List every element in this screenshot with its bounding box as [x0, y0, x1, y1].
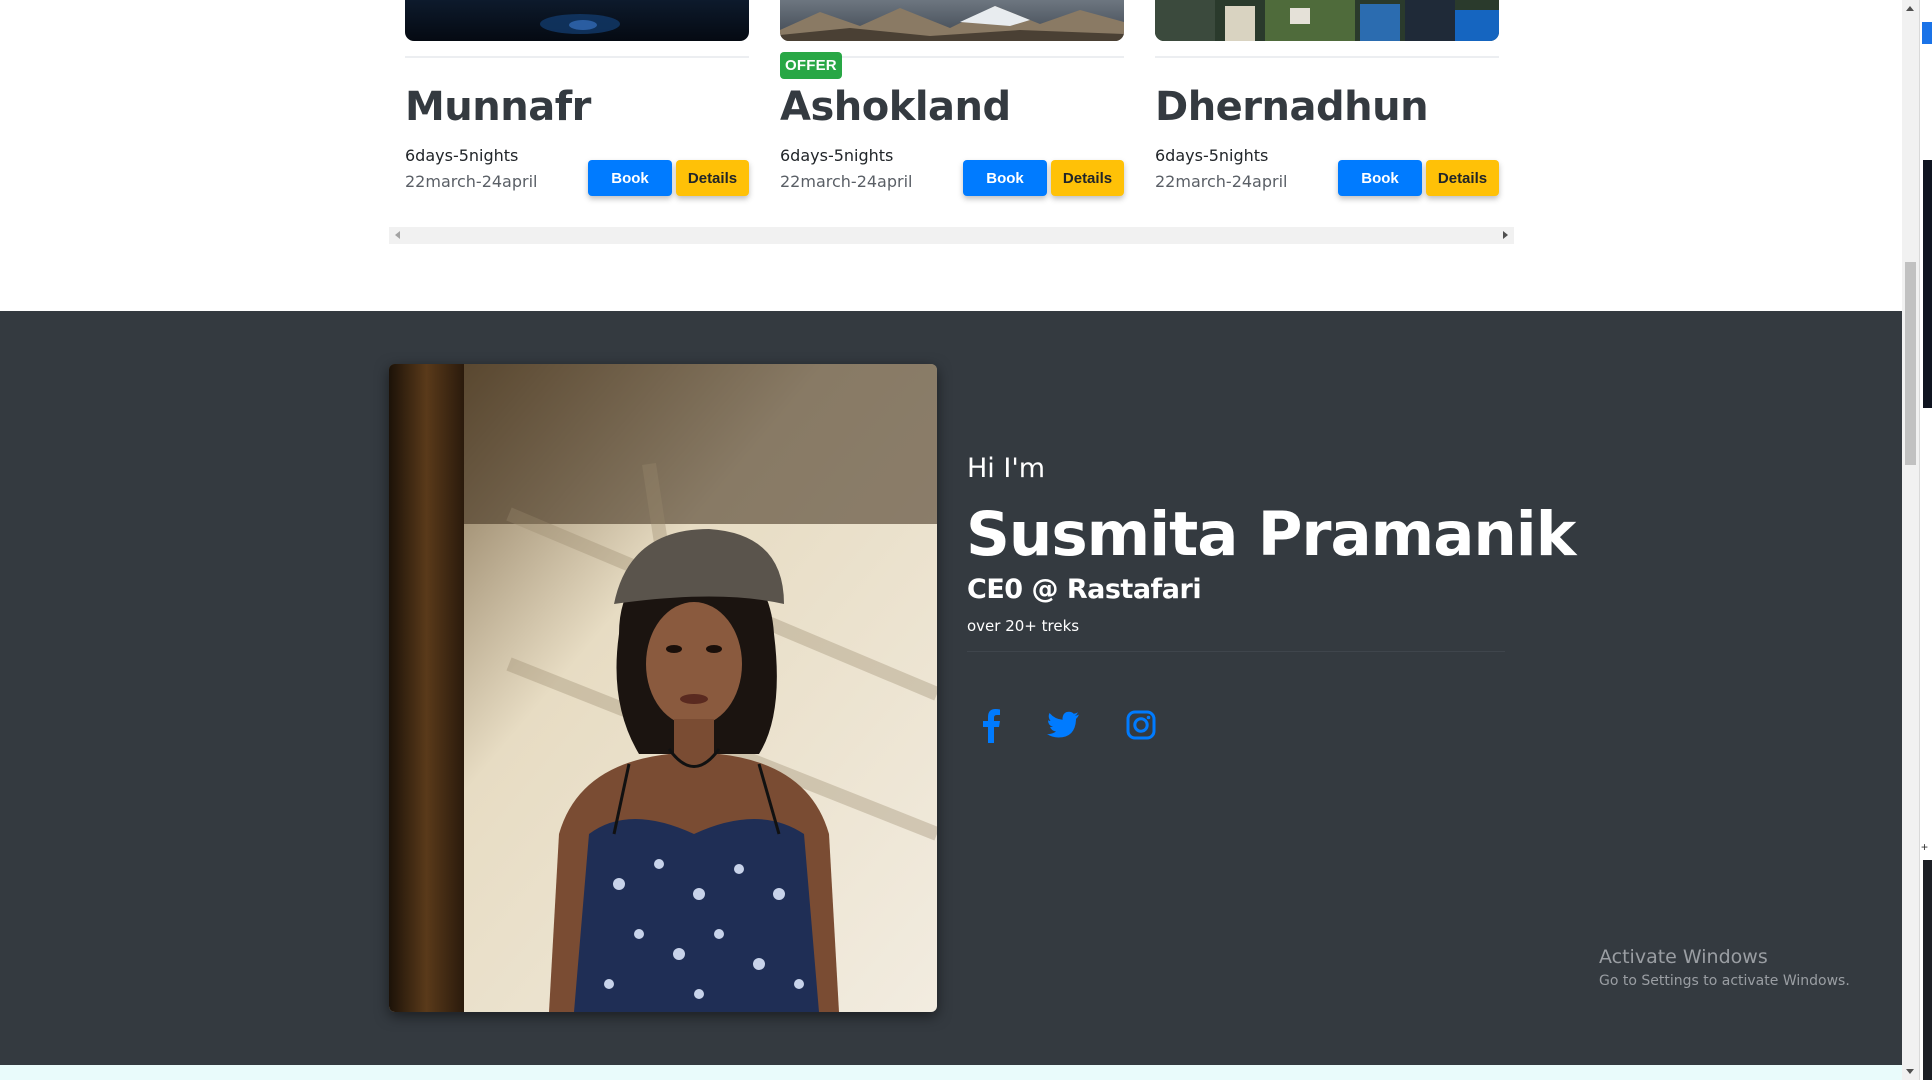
- twitter-icon[interactable]: [1045, 707, 1081, 743]
- side-panel-block: [1923, 160, 1932, 408]
- profile-name: Susmita Pramanik: [966, 499, 1576, 570]
- side-panel-block: [1923, 860, 1932, 1080]
- scroll-right-icon[interactable]: [1503, 231, 1508, 239]
- tour-image: [405, 0, 749, 41]
- tour-card: Munnafr 6days-5nights 22march-24april Bo…: [405, 0, 749, 196]
- treks-count: over 20+ treks: [967, 617, 1080, 635]
- tour-dates: 22march-24april: [405, 172, 538, 191]
- tour-card: Dhernadhun 6days-5nights 22march-24april…: [1155, 0, 1499, 196]
- details-button[interactable]: Details: [1051, 160, 1124, 196]
- activate-windows-watermark: Activate Windows Go to Settings to activ…: [1599, 946, 1850, 989]
- details-button[interactable]: Details: [1426, 160, 1499, 196]
- tour-duration: 6days-5nights: [405, 146, 519, 165]
- tour-card: OFFER Ashokland 6days-5nights 22march-24…: [780, 0, 1124, 196]
- facebook-icon[interactable]: [974, 707, 1010, 743]
- book-button[interactable]: Book: [963, 160, 1047, 196]
- details-button[interactable]: Details: [676, 160, 749, 196]
- scroll-up-icon[interactable]: [1906, 6, 1914, 11]
- side-panel-tab[interactable]: [1922, 22, 1932, 44]
- profile-divider: [967, 651, 1505, 652]
- book-button[interactable]: Book: [588, 160, 672, 196]
- profile-photo: [389, 364, 937, 1012]
- watermark-title: Activate Windows: [1599, 946, 1768, 968]
- scroll-down-icon[interactable]: [1906, 1069, 1914, 1074]
- profile-section: Hi I'm Susmita Pramanik CE0 @ Rastafari …: [0, 311, 1902, 1065]
- tour-dates: 22march-24april: [780, 172, 913, 191]
- tour-title: Munnafr: [405, 84, 591, 130]
- greeting-text: Hi I'm: [967, 453, 1046, 484]
- profile-role: CE0 @ Rastafari: [967, 574, 1202, 605]
- card-divider: [1155, 56, 1499, 58]
- tour-duration: 6days-5nights: [780, 146, 894, 165]
- side-overlay-panel: +: [1919, 0, 1932, 1080]
- instagram-icon[interactable]: [1123, 707, 1159, 743]
- page-vertical-scrollbar[interactable]: [1902, 0, 1919, 1080]
- plus-icon[interactable]: +: [1921, 840, 1928, 854]
- tour-cards-section: Munnafr 6days-5nights 22march-24april Bo…: [0, 0, 1902, 311]
- book-button[interactable]: Book: [1338, 160, 1422, 196]
- tour-image: [780, 0, 1124, 41]
- horizontal-scrollbar[interactable]: [389, 227, 1514, 244]
- next-section-edge: [0, 1065, 1902, 1080]
- tour-duration: 6days-5nights: [1155, 146, 1269, 165]
- tour-title: Dhernadhun: [1155, 84, 1429, 130]
- tour-title: Ashokland: [780, 84, 1011, 130]
- card-divider: [405, 56, 749, 58]
- watermark-subtitle: Go to Settings to activate Windows.: [1599, 973, 1850, 989]
- offer-badge: OFFER: [780, 52, 842, 79]
- scrollbar-thumb[interactable]: [1905, 262, 1916, 465]
- tour-image: [1155, 0, 1499, 41]
- scroll-left-icon[interactable]: [395, 231, 400, 239]
- tour-dates: 22march-24april: [1155, 172, 1288, 191]
